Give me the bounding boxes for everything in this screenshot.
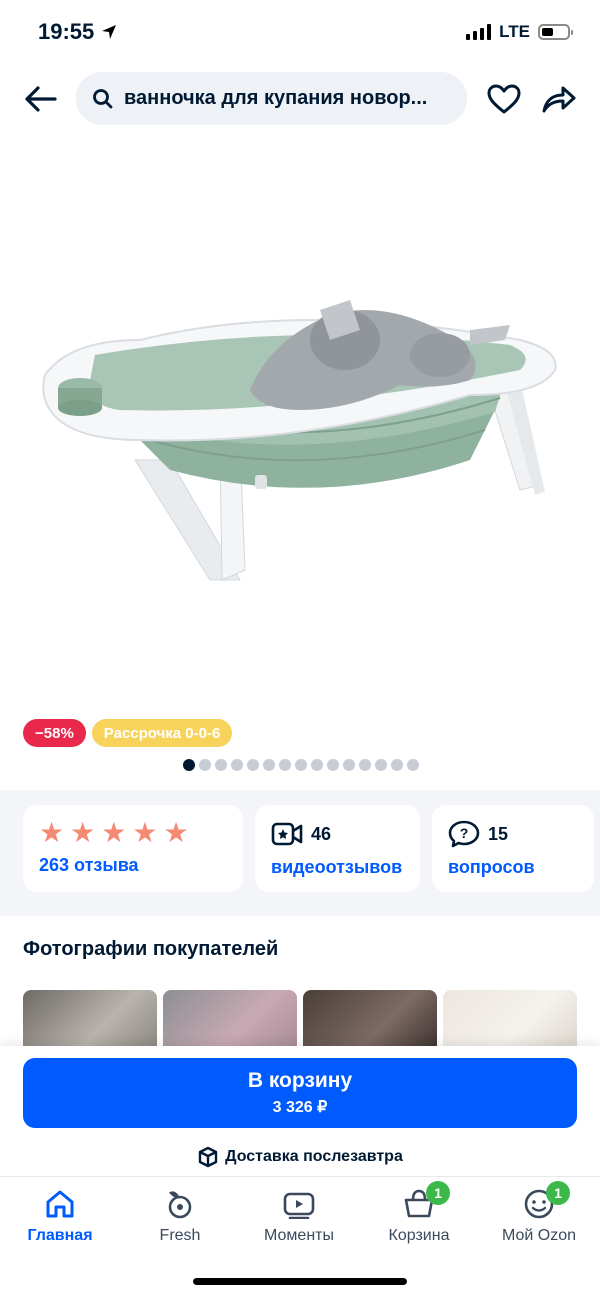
profile-badge: 1 xyxy=(546,1181,570,1205)
star-icon: ★ xyxy=(39,816,65,849)
gallery-dot[interactable] xyxy=(407,759,419,771)
questions-card[interactable]: ? 15 вопросов xyxy=(432,805,594,892)
question-icon: ? xyxy=(448,820,480,848)
star-icon: ★ xyxy=(70,816,96,849)
svg-text:?: ? xyxy=(460,825,469,841)
home-icon xyxy=(46,1190,74,1218)
search-icon xyxy=(93,88,113,108)
search-query: ванночка для купания новор... xyxy=(124,87,428,109)
delivery-text: Доставка послезавтра xyxy=(225,1148,403,1165)
back-button[interactable] xyxy=(22,83,58,115)
bottom-action-panel: В корзину 3 326 ₽ Доставка послезавтра xyxy=(0,1046,600,1176)
tab-home-label: Главная xyxy=(27,1227,93,1244)
tab-home[interactable]: Главная xyxy=(5,1187,115,1245)
video-review-icon xyxy=(271,822,303,846)
status-time: 19:55 xyxy=(38,19,118,45)
tab-profile[interactable]: 1 Мой Ozon xyxy=(484,1181,594,1245)
tab-moments[interactable]: Моменты xyxy=(244,1187,354,1245)
gallery-dot[interactable] xyxy=(295,759,307,771)
customer-photos-title: Фотографии покупателей xyxy=(23,938,279,960)
gallery-dot[interactable] xyxy=(263,759,275,771)
gallery-pagination[interactable] xyxy=(183,759,419,771)
customer-photo[interactable] xyxy=(23,990,157,1050)
video-reviews-label: видеоотзывов xyxy=(271,857,403,877)
star-icon: ★ xyxy=(132,816,158,849)
product-image[interactable] xyxy=(0,140,600,710)
status-indicators: LTE xyxy=(466,22,573,42)
customer-photos-row[interactable] xyxy=(23,990,577,1050)
gallery-dot[interactable] xyxy=(183,759,195,771)
location-arrow-icon xyxy=(102,25,117,39)
installment-badge[interactable]: Рассрочка 0-0-6 xyxy=(91,719,233,747)
heart-icon xyxy=(487,84,521,114)
tab-fresh-label: Fresh xyxy=(159,1227,201,1244)
reviews-count-label: 263 отзыва xyxy=(39,855,139,875)
baby-bath-image xyxy=(42,300,557,581)
gallery-dot[interactable] xyxy=(215,759,227,771)
share-icon xyxy=(542,86,576,113)
star-icon: ★ xyxy=(163,816,189,849)
price-label: 3 326 ₽ xyxy=(272,1099,328,1116)
gallery-dot[interactable] xyxy=(359,759,371,771)
gallery-dot[interactable] xyxy=(279,759,291,771)
questions-label: вопросов xyxy=(448,857,535,877)
customer-photo[interactable] xyxy=(303,990,437,1050)
gallery-dot[interactable] xyxy=(311,759,323,771)
back-arrow-icon xyxy=(25,86,57,112)
gallery-dot[interactable] xyxy=(327,759,339,771)
favorite-button[interactable] xyxy=(485,82,523,116)
delivery-info: Доставка послезавтра xyxy=(0,1146,600,1168)
cart-badge: 1 xyxy=(426,1181,450,1205)
home-indicator[interactable] xyxy=(193,1278,407,1285)
tab-cart-label: Корзина xyxy=(388,1227,450,1244)
rating-stars: ★ ★ ★ ★ ★ xyxy=(39,819,227,847)
fresh-icon xyxy=(168,1191,192,1219)
discount-badge: −58% xyxy=(23,719,86,747)
status-time-text: 19:55 xyxy=(38,19,95,44)
top-nav: ванночка для купания новор... xyxy=(0,72,600,126)
questions-count: 15 xyxy=(488,823,509,844)
product-badges: −58% Рассрочка 0-0-6 xyxy=(23,719,233,747)
add-to-cart-label: В корзину xyxy=(247,1069,353,1092)
reviews-card[interactable]: ★ ★ ★ ★ ★ 263 отзыва xyxy=(23,805,243,892)
customer-photo[interactable] xyxy=(443,990,577,1050)
gallery-dot[interactable] xyxy=(391,759,403,771)
gallery-dot[interactable] xyxy=(199,759,211,771)
search-input[interactable]: ванночка для купания новор... xyxy=(76,72,467,125)
gallery-dot[interactable] xyxy=(343,759,355,771)
battery-icon xyxy=(538,24,573,40)
tab-profile-label: Мой Ozon xyxy=(501,1227,577,1244)
star-icon: ★ xyxy=(101,816,127,849)
gallery-dot[interactable] xyxy=(247,759,259,771)
moments-icon xyxy=(283,1192,315,1219)
tab-moments-label: Моменты xyxy=(264,1227,334,1244)
video-count: 46 xyxy=(311,823,332,844)
tab-cart[interactable]: 1 Корзина xyxy=(364,1181,474,1245)
stats-section: ★ ★ ★ ★ ★ 263 отзыва 46 видеоотзывов ? 15 во… xyxy=(0,790,600,916)
video-reviews-card[interactable]: 46 видеоотзывов xyxy=(255,805,420,892)
customer-photo[interactable] xyxy=(163,990,297,1050)
gallery-dot[interactable] xyxy=(375,759,387,771)
gallery-dot[interactable] xyxy=(231,759,243,771)
status-bar: 19:55 LTE xyxy=(0,0,600,64)
box-icon xyxy=(198,1146,218,1168)
tab-fresh[interactable]: Fresh xyxy=(125,1187,235,1245)
share-button[interactable] xyxy=(540,82,578,116)
signal-icon xyxy=(466,24,492,40)
network-type: LTE xyxy=(499,22,530,41)
add-to-cart-button[interactable]: В корзину 3 326 ₽ xyxy=(23,1058,577,1128)
